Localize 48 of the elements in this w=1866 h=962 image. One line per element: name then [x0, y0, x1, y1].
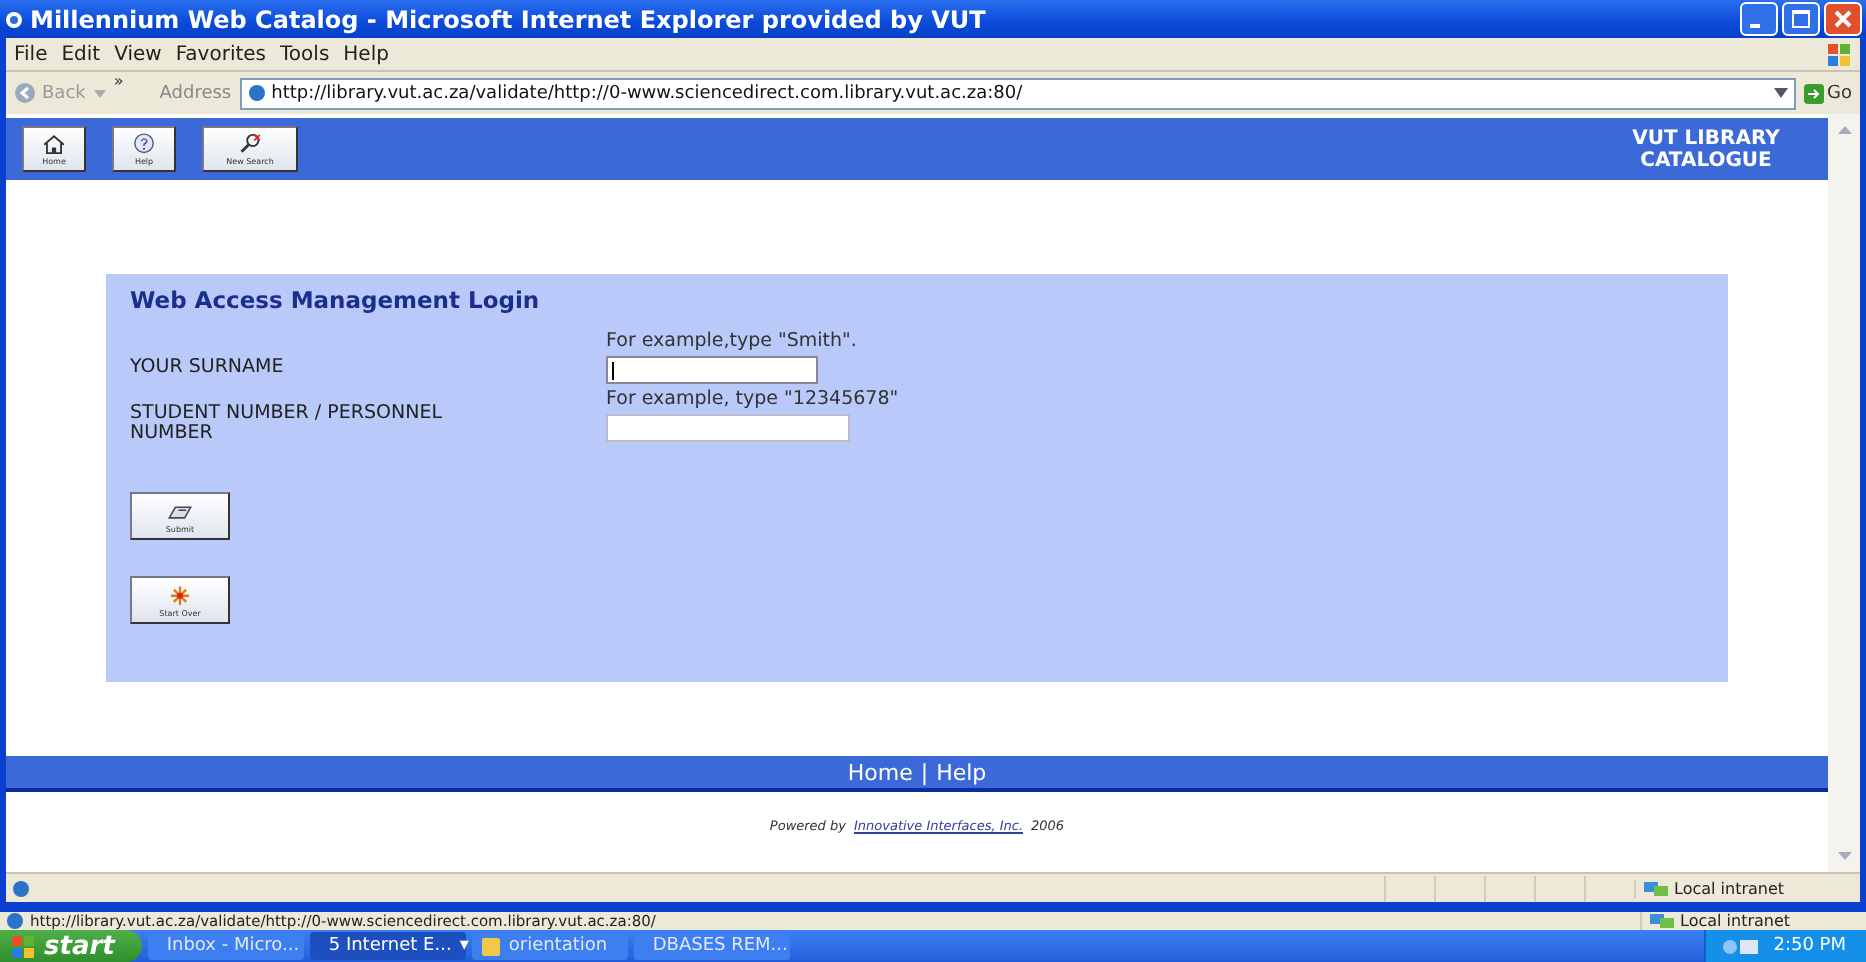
windows-flag-icon	[12, 935, 36, 957]
tray-icon	[1721, 937, 1758, 955]
network-icon	[1644, 879, 1668, 897]
site-title: VUT LIBRARY CATALOGUE	[1630, 127, 1782, 171]
menu-item[interactable]: Edit	[61, 43, 101, 65]
menu-item[interactable]: File	[14, 43, 48, 65]
close-button[interactable]	[1824, 2, 1862, 36]
form-title: Web Access Management Login	[130, 286, 542, 314]
input-field[interactable]	[606, 356, 818, 384]
question-mark-icon	[130, 132, 158, 156]
menu-item[interactable]: View	[114, 43, 162, 65]
zone-label: Local intranet	[1674, 879, 1785, 897]
down-arrow-icon	[1837, 852, 1851, 860]
menu-item[interactable]: Favorites	[175, 43, 267, 65]
minimize-icon	[1750, 24, 1760, 28]
go-arrow-icon	[1803, 83, 1824, 103]
close-icon	[1834, 10, 1852, 28]
link-separator: |	[920, 759, 929, 785]
field-label: STUDENT NUMBER / PERSONNEL NUMBER	[130, 400, 444, 444]
dropdown-arrow-icon	[1773, 88, 1788, 98]
go-button[interactable]: Go	[1803, 83, 1852, 103]
field-hint: For example, type "12345678"	[606, 387, 899, 409]
scrollbar[interactable]	[1828, 114, 1860, 872]
page-icon	[247, 84, 266, 102]
network-icon	[1650, 912, 1674, 930]
address-label: Address	[159, 83, 232, 103]
maximize-icon	[1792, 10, 1810, 28]
app-icon	[482, 937, 501, 955]
maximize-button[interactable]	[1782, 2, 1820, 36]
field-label: YOUR SURNAME	[130, 353, 286, 377]
menu-item[interactable]: Help	[343, 43, 389, 65]
window-title: Millennium Web Catalog - Microsoft Internet Explorer provided by VUT	[30, 5, 988, 33]
taskbar-button[interactable]: 5 Internet E... ▾	[310, 932, 467, 960]
zone-label: Local intranet	[1680, 912, 1791, 930]
address-field[interactable]: http://library.vut.ac.za/validate/http://0-www.sciencedirect.com.library.vut.ac.za:80/	[239, 77, 1796, 109]
toolbar-overflow-button[interactable]: »	[113, 72, 124, 90]
minimize-button[interactable]	[1740, 2, 1778, 36]
input-field[interactable]	[606, 413, 850, 441]
menu-item[interactable]: Tools	[280, 43, 330, 65]
dropdown-arrow-icon	[93, 89, 106, 97]
magnifier-icon	[236, 132, 264, 156]
footer-link[interactable]: Help	[936, 759, 987, 785]
clock: 2:50 PM	[1773, 936, 1846, 956]
up-arrow-icon	[1837, 126, 1851, 134]
footer-link[interactable]: Home	[847, 759, 913, 785]
field-hint: For example,type "Smith".	[606, 330, 857, 352]
windows-flag-icon	[1828, 43, 1852, 65]
house-icon	[40, 132, 68, 156]
